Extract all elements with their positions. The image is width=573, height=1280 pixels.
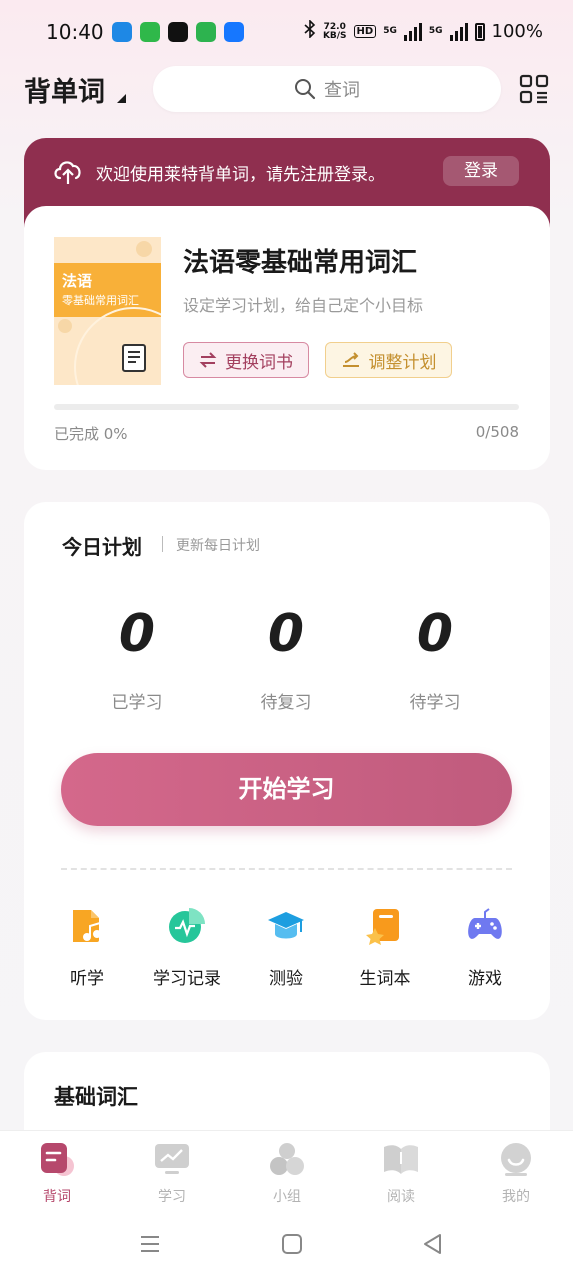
cover-dot-2	[58, 319, 72, 333]
graduation-cap-icon	[268, 912, 304, 939]
nav-tab-me[interactable]: 我的	[476, 1140, 556, 1206]
book-cover[interactable]: 法语 零基础常用词汇	[54, 237, 161, 385]
scroll-icon	[122, 344, 146, 372]
tool-quiz-label: 测验	[269, 969, 303, 989]
title-dropdown-caret-icon[interactable]	[117, 94, 126, 103]
stat-review-label: 待复习	[260, 693, 312, 713]
tool-record[interactable]: 学习记录	[137, 906, 237, 989]
group-icon	[270, 1143, 304, 1175]
system-indicators: 72.0 KB/S HD 5G 5G 100%	[304, 19, 543, 43]
nav-tab-study[interactable]: 学习	[132, 1140, 212, 1206]
status-time: 10:40	[46, 20, 104, 44]
adjust-plan-label: 调整计划	[368, 352, 437, 373]
progress-text: 已完成 0%	[54, 425, 128, 443]
adjust-plan-button[interactable]: 调整计划	[325, 342, 452, 378]
tool-record-label: 学习记录	[153, 969, 221, 989]
plan-title: 今日计划	[62, 535, 142, 559]
stat-learned-value: 0	[118, 604, 156, 664]
search-icon	[295, 79, 316, 100]
progress-bar	[54, 404, 519, 410]
stat-pending-value: 0	[416, 604, 454, 664]
stat-pending-label: 待学习	[409, 693, 461, 713]
signal-icon	[403, 22, 422, 41]
battery-percent: 100%	[491, 21, 543, 42]
nav-tab-words[interactable]: 背词	[17, 1140, 97, 1206]
login-button[interactable]: 登录	[443, 156, 519, 186]
book-subtitle: 设定学习计划，给自己定个小目标	[183, 296, 424, 315]
profile-icon	[501, 1143, 531, 1176]
hd-badge: HD	[353, 25, 377, 38]
status-bar: 10:40 72.0 KB/S HD 5G 5G 100%	[0, 0, 573, 64]
cloud-upload-icon	[54, 161, 81, 184]
page-title[interactable]: 背单词	[24, 70, 105, 109]
bluetooth-icon	[304, 19, 316, 43]
tool-game[interactable]: 游戏	[435, 906, 535, 989]
back-icon[interactable]	[421, 1232, 445, 1256]
nav-tab-me-label: 我的	[502, 1189, 530, 1205]
nav-tab-words-label: 背词	[43, 1189, 71, 1205]
scan-menu-icon[interactable]	[519, 74, 549, 104]
app-notification-icon	[112, 22, 132, 42]
stat-learned-label: 已学习	[111, 693, 163, 713]
tool-listen[interactable]: 听学	[37, 906, 137, 989]
cover-subtitle: 零基础常用词汇	[62, 294, 139, 307]
battery-icon	[474, 22, 485, 41]
words-tab-icon	[41, 1143, 74, 1176]
tool-listen-label: 听学	[70, 969, 104, 989]
search-placeholder: 查词	[324, 80, 360, 101]
update-plan-link[interactable]: 更新每日计划	[176, 535, 260, 555]
nav-tab-reading[interactable]: 阅读	[361, 1140, 441, 1206]
book-title[interactable]: 法语零基础常用词汇	[183, 242, 417, 279]
stat-review-value: 0	[267, 604, 305, 664]
basic-vocab-title: 基础词汇	[54, 1085, 138, 1109]
net-type-2: 5G	[428, 26, 443, 36]
net-type-1: 5G	[383, 26, 397, 36]
speed-unit: KB/S	[322, 30, 347, 41]
notification-icons	[112, 22, 244, 42]
stat-learned[interactable]: 0 已学习	[77, 604, 197, 713]
music-note-icon	[73, 910, 101, 942]
menu-icon[interactable]	[138, 1232, 162, 1256]
stat-pending[interactable]: 0 待学习	[375, 604, 495, 713]
banner-message: 欢迎使用莱特背单词，请先注册登录。	[96, 165, 385, 185]
change-book-button[interactable]: 更换词书	[183, 342, 309, 378]
home-icon[interactable]	[280, 1232, 304, 1256]
stat-review[interactable]: 0 待复习	[226, 604, 346, 713]
message-notification-icon	[196, 22, 216, 42]
tiktok-notification-icon	[168, 22, 188, 42]
tool-wordbook[interactable]: 生词本	[335, 906, 435, 989]
gamepad-icon	[468, 908, 502, 939]
adjust-icon	[342, 352, 359, 367]
nav-tab-group[interactable]: 小组	[247, 1140, 327, 1206]
tool-quiz[interactable]: 测验	[236, 906, 336, 989]
plan-divider	[162, 536, 163, 552]
swap-icon	[199, 352, 217, 368]
alipay-notification-icon	[224, 22, 244, 42]
cover-dot	[136, 241, 152, 257]
tool-game-label: 游戏	[468, 969, 502, 989]
network-speed: 72.0 KB/S	[322, 22, 347, 41]
star-notebook-icon	[366, 909, 399, 945]
cover-title: 法语	[62, 272, 93, 290]
dashed-divider	[61, 868, 512, 870]
progress-count: 0/508	[475, 423, 519, 441]
monitor-chart-icon	[155, 1144, 189, 1174]
nav-tab-study-label: 学习	[158, 1189, 186, 1205]
chart-record-icon	[169, 908, 205, 943]
nav-tab-group-label: 小组	[273, 1189, 301, 1205]
signal-icon-2	[449, 22, 468, 41]
open-book-icon	[384, 1145, 418, 1174]
search-input[interactable]: 查词	[153, 66, 501, 112]
change-book-label: 更换词书	[225, 352, 293, 373]
nav-tab-reading-label: 阅读	[387, 1189, 415, 1205]
tool-wordbook-label: 生词本	[359, 969, 411, 989]
wechat-notification-icon	[140, 22, 160, 42]
start-learning-button[interactable]: 开始学习	[61, 753, 512, 826]
